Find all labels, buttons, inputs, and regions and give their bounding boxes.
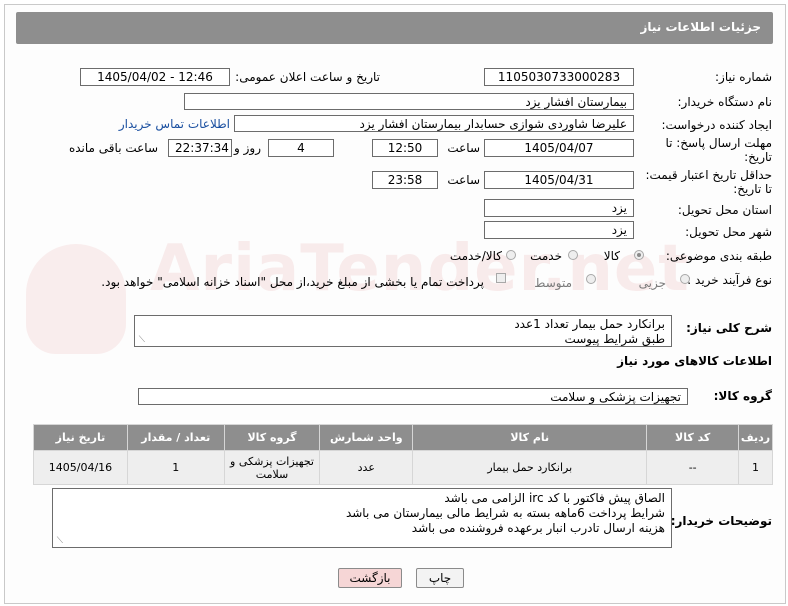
province-label: استان محل تحویل: bbox=[677, 203, 772, 217]
table-header-row: ردیف کد کالا نام کالا واحد شمارش گروه کا… bbox=[33, 424, 773, 451]
price-validity-time-field[interactable]: 23:58 bbox=[372, 171, 438, 189]
announce-field[interactable]: 1405/04/02 - 12:46 bbox=[80, 68, 230, 86]
col-header-unit: واحد شمارش bbox=[319, 424, 414, 451]
deadline-label-2: تاریخ: bbox=[744, 150, 772, 164]
purchase-type-label: نوع فرآیند خرید : bbox=[687, 273, 772, 287]
cell-quantity: 1 bbox=[126, 450, 225, 485]
category-radio-goods[interactable] bbox=[634, 250, 644, 260]
print-button[interactable]: چاپ bbox=[416, 568, 464, 588]
category-label: طبقه بندی موضوعی: bbox=[665, 249, 772, 263]
purchase-option-medium: متوسط bbox=[534, 276, 572, 290]
description-textarea[interactable]: برانکارد حمل بیمار تعداد 1عدد طبق شرایط … bbox=[134, 315, 672, 347]
section-header: جزئیات اطلاعات نیاز bbox=[16, 12, 773, 44]
purchase-option-minor: جزیی bbox=[638, 276, 666, 290]
category-option-service: خدمت bbox=[530, 249, 562, 263]
deadline-date-field[interactable]: 1405/04/07 bbox=[484, 139, 634, 157]
buyer-notes-label: توضیحات خریدار: bbox=[670, 514, 772, 528]
resize-handle-icon[interactable]: ⟋ bbox=[137, 336, 145, 345]
days-remaining-field[interactable]: 4 bbox=[268, 139, 334, 157]
category-radio-service[interactable] bbox=[568, 250, 578, 260]
cell-row-number: 1 bbox=[738, 450, 773, 485]
goods-group-field[interactable]: تجهیزات پزشکی و سلامت bbox=[138, 388, 688, 405]
time-remaining-field[interactable]: 22:37:34 bbox=[168, 139, 232, 157]
table-row[interactable]: 1 -- برانکارد حمل بیمار عدد تجهیزات پزشک… bbox=[33, 450, 773, 485]
price-validity-time-label: ساعت bbox=[447, 173, 480, 187]
buyer-notes-line-2: شرایط پرداخت 6ماهه بسته به شرایط مالی بی… bbox=[345, 506, 665, 520]
need-number-label: شماره نیاز: bbox=[715, 70, 772, 84]
col-header-row-number: ردیف bbox=[738, 424, 773, 451]
deadline-time-label: ساعت bbox=[447, 141, 480, 155]
col-header-goods-code: کد کالا bbox=[646, 424, 740, 451]
price-validity-label-2: تا تاریخ: bbox=[733, 182, 772, 196]
goods-info-title: اطلاعات کالاهای مورد نیاز bbox=[617, 354, 772, 368]
need-number-field[interactable]: 1105030733000283 bbox=[484, 68, 634, 86]
buyer-org-label: نام دستگاه خریدار: bbox=[677, 95, 773, 109]
requester-label: ایجاد کننده درخواست: bbox=[661, 118, 772, 132]
description-line-2: طبق شرایط پیوست bbox=[564, 332, 665, 346]
cell-need-date: 1405/04/16 bbox=[33, 450, 128, 485]
requester-field[interactable]: علیرضا شاوردی شوازی حسابدار بیمارستان اف… bbox=[234, 115, 634, 132]
province-field[interactable]: یزد bbox=[484, 199, 634, 217]
cell-goods-name: برانکارد حمل بیمار bbox=[412, 450, 648, 485]
goods-group-label: گروه کالا: bbox=[713, 389, 772, 403]
purchase-radio-medium[interactable] bbox=[586, 274, 596, 284]
col-header-quantity: تعداد / مقدار bbox=[126, 424, 225, 451]
description-label: شرح کلی نیاز: bbox=[686, 321, 772, 335]
treasury-payment-note: پرداخت تمام یا بخشی از مبلغ خرید،از محل … bbox=[101, 275, 484, 289]
description-line-1: برانکارد حمل بیمار تعداد 1عدد bbox=[514, 317, 665, 331]
category-option-goods: کالا bbox=[603, 249, 620, 263]
treasury-payment-checkbox[interactable] bbox=[496, 273, 506, 283]
category-option-goods-service: کالا/خدمت bbox=[449, 249, 502, 263]
announce-label: تاریخ و ساعت اعلان عمومی: bbox=[235, 70, 380, 84]
buyer-notes-line-3: هزینه ارسال تادرب انبار برعهده فروشنده م… bbox=[411, 521, 665, 535]
city-field[interactable]: یزد bbox=[484, 221, 634, 239]
buyer-org-field[interactable]: بیمارستان افشار یزد bbox=[184, 93, 634, 110]
time-remaining-label: ساعت باقی مانده bbox=[68, 141, 158, 155]
deadline-time-field[interactable]: 12:50 bbox=[372, 139, 438, 157]
deadline-label-1: مهلت ارسال پاسخ: تا bbox=[665, 136, 772, 150]
goods-table: ردیف کد کالا نام کالا واحد شمارش گروه کا… bbox=[33, 424, 773, 485]
cell-goods-group: تجهیزات پزشکی و سلامت bbox=[223, 450, 321, 485]
buyer-notes-line-1: الصاق پیش فاکتور با کد irc الزامی می باش… bbox=[444, 491, 665, 505]
page-title: جزئیات اطلاعات نیاز bbox=[640, 20, 761, 34]
price-validity-label-1: حداقل تاریخ اعتبار قیمت: bbox=[645, 168, 772, 182]
days-label: روز و bbox=[234, 141, 261, 155]
buyer-notes-textarea[interactable]: الصاق پیش فاکتور با کد irc الزامی می باش… bbox=[52, 488, 672, 548]
city-label: شهر محل تحویل: bbox=[685, 225, 772, 239]
buyer-contact-link[interactable]: اطلاعات تماس خریدار bbox=[119, 117, 230, 131]
back-button[interactable]: بازگشت bbox=[338, 568, 402, 588]
col-header-goods-name: نام کالا bbox=[412, 424, 648, 451]
resize-handle-icon[interactable]: ⟋ bbox=[55, 537, 63, 546]
col-header-need-date: تاریخ نیاز bbox=[33, 424, 128, 451]
category-radio-goods-service[interactable] bbox=[506, 250, 516, 260]
cell-unit: عدد bbox=[319, 450, 414, 485]
purchase-radio-minor[interactable] bbox=[680, 274, 690, 284]
cell-goods-code: -- bbox=[646, 450, 740, 485]
price-validity-date-field[interactable]: 1405/04/31 bbox=[484, 171, 634, 189]
col-header-goods-group: گروه کالا bbox=[223, 424, 321, 451]
